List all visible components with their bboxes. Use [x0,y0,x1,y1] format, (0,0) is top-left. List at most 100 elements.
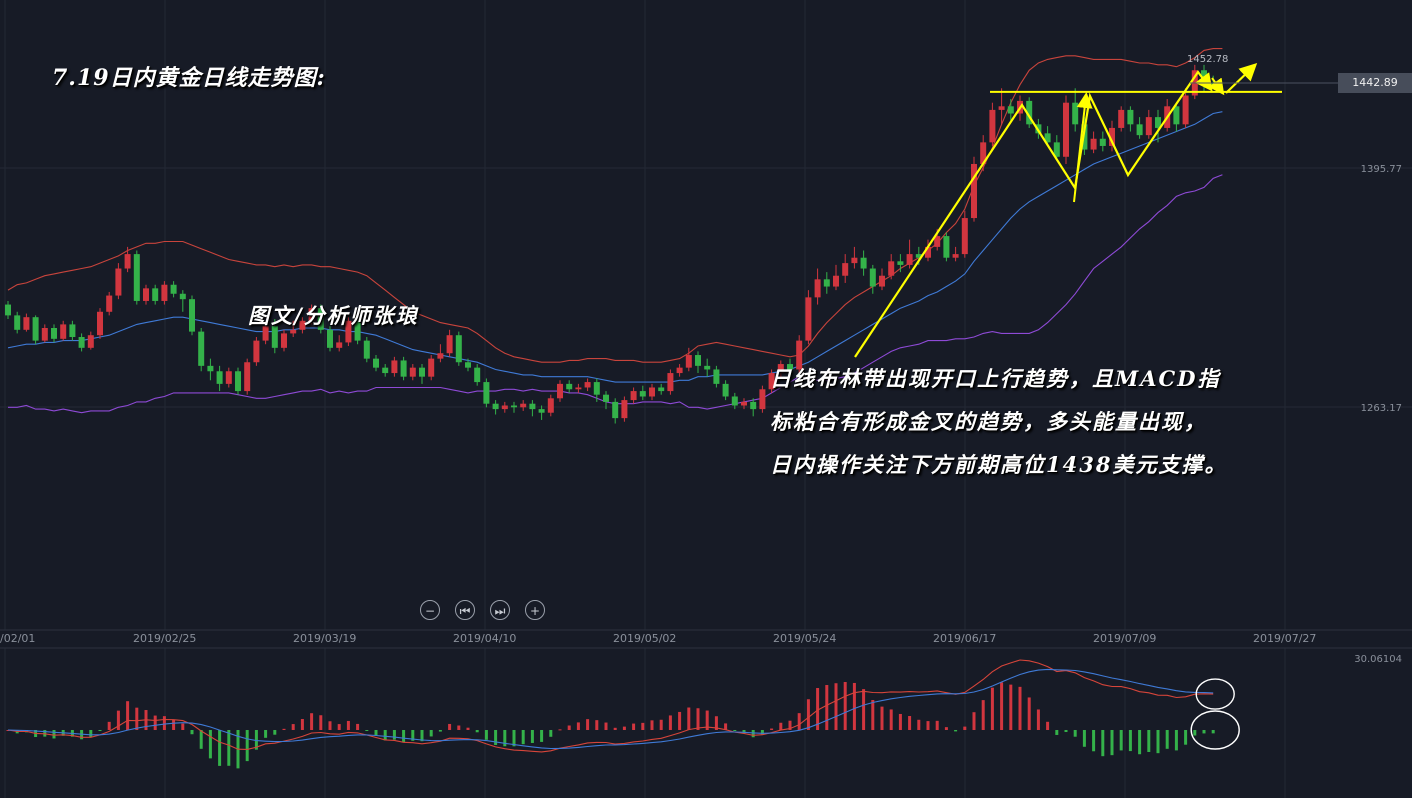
macd-histogram-bar [696,708,700,730]
candle [805,290,812,345]
candle-body [879,275,885,287]
candle-body [437,353,444,359]
macd-histogram-bar [126,701,130,730]
analysis-text: 日线布林带出现开口上行趋势，且MACD指 标粘合有形成金叉的趋势，多头能量出现，… [770,357,1370,486]
macd-histogram-bar [1138,730,1142,755]
candle [281,329,287,352]
bollinger-middle-line [7,111,1223,383]
macd-histogram-bar [963,726,967,730]
candle-body [5,304,11,316]
macd-histogram-bar [494,730,498,745]
macd-histogram-bar [438,730,442,732]
macd-histogram-bar [475,730,479,733]
macd-histogram-bar [558,729,562,731]
macd-histogram-bar [972,712,976,730]
current-price-tag: 1442.89 [1338,73,1412,93]
candle [511,401,517,413]
candle-body [842,263,849,276]
macd-histogram-bar [190,730,194,735]
candle [603,391,609,410]
macd-histogram-bar [779,722,783,730]
candle [124,246,131,273]
candle [225,367,232,388]
macd-histogram-bar [641,722,645,730]
scroll-right-button[interactable]: ⏭ [490,600,510,620]
macd-histogram-bar [1128,730,1132,752]
candle-body [69,324,76,338]
macd-histogram-bar [871,700,875,730]
candle-body [363,340,370,359]
candle [409,364,416,381]
analysis-line: 日线布林带出现开口上行趋势，且MACD指 [770,366,1221,391]
candle-body [961,218,968,255]
candle [897,254,904,273]
candle-body [419,367,425,377]
candle-body [685,355,692,368]
candle [97,308,103,339]
candle [446,329,453,357]
macd-histogram-bar [687,707,691,730]
candle [961,210,968,258]
candle [658,383,665,395]
macd-histogram-bar [383,730,387,741]
candle-body [115,268,122,296]
macd-histogram-bar [1211,730,1215,734]
candle-body [179,293,186,300]
macd-histogram-bar [457,725,461,730]
candle [584,378,591,392]
candle [244,358,251,395]
candle-body [741,401,747,406]
candle-body [630,391,637,401]
candle [649,383,655,401]
macd-histogram-bar [944,727,948,730]
candle-body [60,324,67,339]
macd-histogram-bar [181,723,185,730]
macd-histogram-bar [484,730,488,740]
macd-histogram-bar [227,730,231,766]
macd-histogram-bar [1018,686,1022,730]
candle-body [78,337,85,348]
candle-body [529,403,536,410]
candle [87,331,94,350]
candle-body [557,383,563,399]
zoom-in-button[interactable]: + [525,600,545,620]
candle-body [51,328,57,339]
candle-body [1136,124,1143,136]
macd-histogram-bar [264,730,268,738]
date-tick-label: 2019/04/10 [453,632,516,645]
macd-histogram-bar [1147,730,1151,752]
candle-body [483,382,490,404]
candle-body [23,317,30,330]
macd-histogram-bar [208,730,212,759]
candle [455,331,462,366]
candle-body [133,254,140,301]
candle-body [547,398,554,413]
date-tick-label: 2019/05/24 [773,632,836,645]
macd-histogram-bar [135,707,139,730]
candle-body [897,261,904,265]
macd-histogram-bar [1064,730,1068,733]
candle-body [409,367,416,377]
candle-body [639,391,646,397]
macd-histogram-bar [917,719,921,730]
candle [336,335,343,352]
candle-body [869,268,876,287]
candle [216,365,223,392]
candle [667,369,674,395]
candle-body [400,360,407,377]
macd-histogram-bar [346,720,350,730]
candle [428,355,435,381]
candle-body [814,279,821,298]
candle [419,364,425,384]
macd-histogram-bar [245,730,249,762]
candle [851,246,858,269]
date-tick-label: 2019/05/02 [613,632,676,645]
macd-dea-line [7,668,1214,750]
scroll-left-button[interactable]: ⏮ [455,600,475,620]
date-tick-label: 2019/07/09 [1093,632,1156,645]
zoom-out-button[interactable]: − [420,600,440,620]
candle [133,250,140,305]
candle [51,324,57,343]
candle-body [327,329,333,348]
macd-histogram-bar [1165,730,1169,749]
